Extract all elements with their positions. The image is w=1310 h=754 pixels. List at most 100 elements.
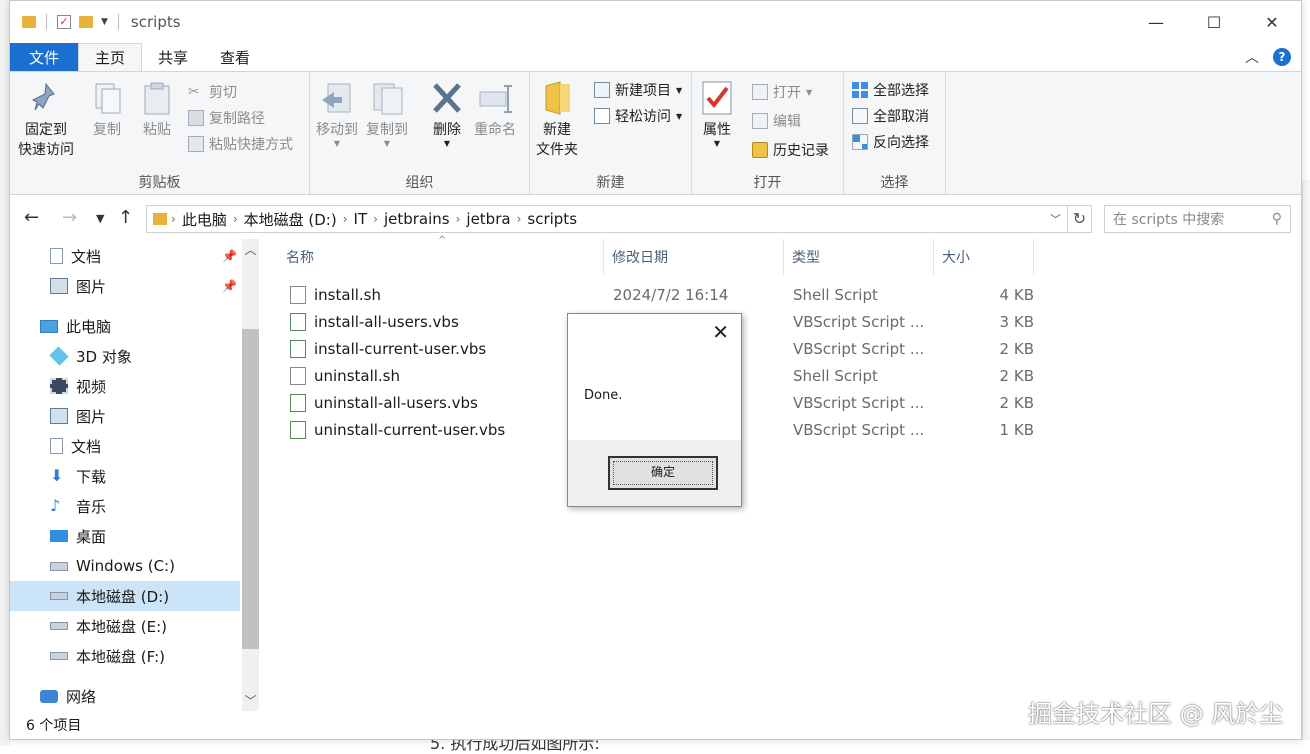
column-header-date[interactable]: 修改日期 [604,239,784,275]
pin-quick-access-button[interactable]: 固定到 快速访问 [18,80,74,160]
address-bar[interactable]: › 此电脑 › 本地磁盘 (D:) › IT › jetbrains › jet… [146,205,1068,233]
file-name: install-current-user.vbs [314,340,487,358]
breadcrumb-separator-icon: › [373,212,378,226]
pin-icon: 📌 [222,249,237,263]
tab-share[interactable]: 共享 [142,43,204,71]
properties-quick-icon[interactable]: ✓ [57,15,71,29]
invert-selection-button[interactable]: 反向选择 [852,132,929,152]
column-header-name[interactable]: 名称 ^ [278,235,604,275]
minimize-button[interactable]: — [1127,1,1185,43]
file-type: VBScript Script ... [793,394,925,412]
rename-button[interactable]: 重命名 [474,80,516,140]
scroll-up-icon[interactable]: ︿ [242,241,259,258]
nav-item-this-pc[interactable]: 此电脑 [10,311,240,341]
nav-item-downloads[interactable]: ⬇ 下载 [10,461,240,491]
vbscript-icon [290,394,306,412]
select-all-button[interactable]: 全部选择 [852,80,929,100]
breadcrumb-it[interactable]: IT [354,210,368,228]
nav-item-documents-pinned[interactable]: 文档 📌 [10,241,240,271]
search-input[interactable]: 在 scripts 中搜索 ⚲ [1104,205,1291,233]
properties-button[interactable]: 属性 ▼ [700,80,734,148]
nav-item-pictures[interactable]: 图片 [10,401,240,431]
new-folder-quick-icon[interactable] [79,16,93,28]
new-folder-icon [545,81,570,115]
nav-item-drive-d[interactable]: 本地磁盘 (D:) [10,581,240,611]
column-type-label: 类型 [792,250,820,266]
breadcrumb-separator-icon: › [171,212,176,226]
new-folder-label: 新建 文件夹 [536,122,578,158]
nav-item-drive-e[interactable]: 本地磁盘 (E:) [10,611,240,641]
open-button[interactable]: 打开 ▼ [752,82,812,102]
address-dropdown-icon[interactable]: ﹀ [1050,211,1061,227]
tab-file[interactable]: 文件 [10,43,78,71]
nav-item-3d-objects[interactable]: 3D 对象 [10,341,240,371]
copy-path-button[interactable]: 复制路径 [188,108,265,128]
nav-item-pictures-pinned[interactable]: 图片 📌 [10,271,240,301]
breadcrumb-this-pc[interactable]: 此电脑 [182,209,227,230]
nav-pane-scrollbar[interactable]: ︿ ﹀ [242,239,259,711]
quick-access-toolbar: ✓ ▼ [10,14,121,30]
scroll-down-icon[interactable]: ﹀ [242,692,259,709]
breadcrumb-jetbra[interactable]: jetbra [466,210,510,228]
ok-button[interactable]: 确定 [608,456,718,490]
move-to-button[interactable]: 移动到 ▼ [316,80,358,148]
new-item-dropdown-icon: ▼ [676,85,683,95]
back-arrow-icon[interactable]: ← [24,207,39,228]
copy-label: 复制 [93,122,121,138]
maximize-button[interactable]: ☐ [1185,1,1243,43]
invert-selection-label: 反向选择 [873,135,929,151]
scrollbar-thumb[interactable] [242,329,259,649]
nav-item-label: 音乐 [76,497,107,516]
tab-view[interactable]: 查看 [204,43,266,71]
new-folder-button[interactable]: 新建 文件夹 [536,80,578,160]
nav-item-drive-c[interactable]: Windows (C:) [10,551,240,581]
nav-item-drive-f[interactable]: 本地磁盘 (F:) [10,641,240,671]
move-to-icon [322,83,351,113]
delete-button[interactable]: 删除 ▼ [430,80,464,148]
copy-to-icon [373,83,403,115]
breadcrumb-scripts[interactable]: scripts [527,210,577,228]
delete-dropdown-icon: ▼ [443,139,451,148]
new-item-button[interactable]: 新建项目 ▼ [594,80,682,100]
close-icon[interactable]: ✕ [712,320,729,344]
breadcrumb-jetbrains[interactable]: jetbrains [384,210,450,228]
easy-access-button[interactable]: 轻松访问 ▼ [594,106,682,126]
column-date-label: 修改日期 [612,250,668,266]
file-list: 名称 ^ 修改日期 类型 大小 install.sh 2024/7/2 16:1… [278,235,1278,699]
select-all-icon [852,82,868,98]
select-none-button[interactable]: 全部取消 [852,106,929,126]
refresh-button[interactable]: ↻ [1068,205,1092,233]
rename-icon [479,85,512,113]
nav-item-music[interactable]: ♪ 音乐 [10,491,240,521]
nav-item-desktop[interactable]: 桌面 [10,521,240,551]
cut-button[interactable]: ✂ 剪切 [188,82,237,102]
nav-item-documents[interactable]: 文档 [10,431,240,461]
select-none-label: 全部取消 [873,109,929,125]
customize-dropdown-icon[interactable]: ▼ [101,17,108,27]
copy-button[interactable]: 复制 [90,80,124,140]
nav-item-network[interactable]: 网络 [10,681,240,711]
properties-dropdown-icon: ▼ [713,139,721,148]
edit-button[interactable]: 编辑 [752,111,801,131]
history-button[interactable]: 历史记录 [752,140,829,160]
copy-to-button[interactable]: 复制到 ▼ [366,80,408,148]
help-icon[interactable]: ? [1273,48,1291,66]
up-arrow-icon[interactable]: ↑ [118,207,133,228]
file-row[interactable]: install.sh 2024/7/2 16:14 Shell Script 4… [278,282,1038,309]
recent-locations-chevron-icon[interactable]: ▼ [96,212,104,225]
clipboard-group-label: 剪贴板 [138,175,181,191]
paste-button[interactable]: 粘贴 [140,80,174,140]
file-size: 2 KB [999,394,1034,412]
new-group-label: 新建 [596,175,625,191]
breadcrumb-drive-d[interactable]: 本地磁盘 (D:) [244,209,337,230]
close-button[interactable]: ✕ [1243,1,1301,43]
paste-shortcut-button[interactable]: 粘贴快捷方式 [188,134,293,154]
tab-home[interactable]: 主页 [78,43,143,71]
collapse-ribbon-icon[interactable]: ︿ [1245,47,1259,67]
column-header-size[interactable]: 大小 [934,239,1034,275]
nav-item-videos[interactable]: 视频 [10,371,240,401]
file-type: VBScript Script ... [793,421,925,439]
forward-arrow-icon[interactable]: → [62,207,77,228]
nav-item-label: 本地磁盘 (E:) [76,617,168,636]
column-header-type[interactable]: 类型 [784,239,934,275]
